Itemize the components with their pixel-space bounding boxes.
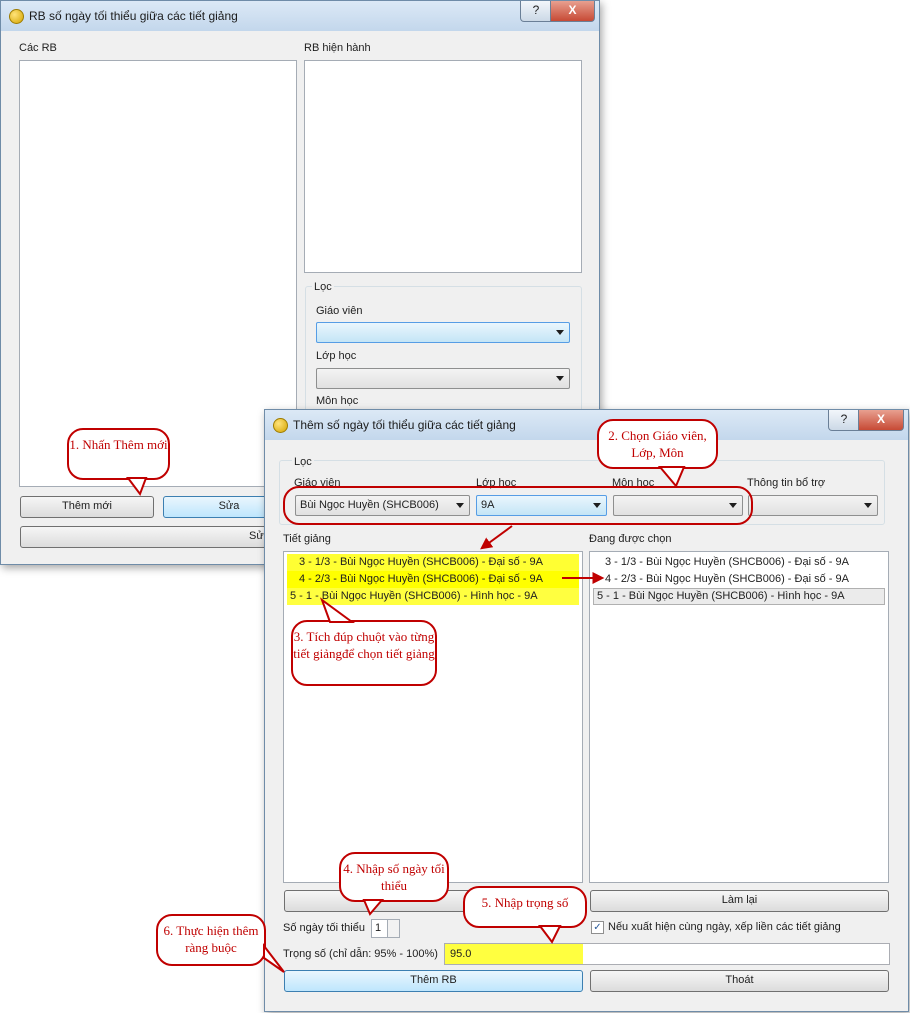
callout-step-6: 6. Thực hiện thêm ràng buộc (156, 914, 266, 966)
spin-down-icon[interactable] (387, 928, 399, 937)
exit-button[interactable]: Thoát (590, 970, 889, 992)
chevron-down-icon (556, 376, 564, 381)
same-day-label: Nếu xuất hiện cùng ngày, xếp liền các ti… (608, 921, 841, 933)
back-teacher-label: Giáo viên (316, 305, 363, 317)
callout-step-4: 4. Nhập số ngày tối thiểu (339, 852, 449, 902)
min-days-value: 1 (375, 922, 382, 934)
callout-step-5: 5. Nhập trọng số (463, 886, 587, 928)
back-class-combo[interactable] (316, 368, 570, 389)
help-button[interactable]: ? (828, 410, 860, 431)
selected-item[interactable]: 5 - 1 - Bùi Ngọc Huyền (SHCB006) - Hình … (593, 588, 885, 605)
callout-step-3: 3. Tích đúp chuột vào từng tiết giảngđể … (291, 620, 437, 686)
extra-info-combo[interactable] (748, 495, 878, 516)
extra-info-label: Thông tin bổ trợ (747, 477, 826, 489)
weight-input[interactable]: 95.0 (444, 943, 890, 965)
rb-list-label: Các RB (19, 42, 57, 54)
current-rb-label: RB hiện hành (304, 42, 371, 54)
back-title-bar[interactable]: RB số ngày tối thiểu giữa các tiết giảng… (1, 1, 599, 31)
min-days-spinbox[interactable]: 1 (371, 919, 400, 938)
selected-label: Đang được chọn (589, 533, 672, 545)
close-button[interactable]: X (550, 1, 595, 22)
close-button[interactable]: X (858, 410, 904, 431)
min-days-label: Số ngày tối thiểu (283, 922, 365, 934)
back-window-title: RB số ngày tối thiểu giữa các tiết giảng (29, 9, 238, 23)
back-subject-label: Môn học (316, 395, 359, 407)
back-teacher-combo[interactable] (316, 322, 570, 343)
current-rb-list[interactable] (304, 60, 582, 273)
app-icon (9, 9, 24, 24)
back-filter-group: Lọc Giáo viên Lớp học Môn học (305, 281, 582, 428)
lesson-item[interactable]: 4 - 2/3 - Bùi Ngọc Huyền (SHCB006) - Đại… (287, 571, 579, 588)
same-day-checkbox[interactable]: ✓ (591, 921, 604, 934)
add-new-button[interactable]: Thêm mới (20, 496, 154, 518)
lesson-item[interactable]: 3 - 1/3 - Bùi Ngọc Huyền (SHCB006) - Đại… (287, 554, 579, 571)
help-button[interactable]: ? (520, 1, 552, 22)
back-filter-title: Lọc (312, 281, 334, 293)
filter-highlight-ring (283, 486, 753, 525)
front-window-title: Thêm số ngày tối thiểu giữa các tiết giả… (293, 418, 516, 432)
lesson-item[interactable]: 5 - 1 - Bùi Ngọc Huyền (SHCB006) - Hình … (287, 588, 579, 605)
front-title-bar[interactable]: Thêm số ngày tối thiểu giữa các tiết giả… (265, 410, 908, 440)
filter-title: Lọc (292, 456, 314, 468)
app-icon (273, 418, 288, 433)
chevron-down-icon (556, 330, 564, 335)
selected-item[interactable]: 4 - 2/3 - Bùi Ngọc Huyền (SHCB006) - Đại… (593, 571, 885, 588)
back-class-label: Lớp học (316, 350, 357, 362)
weight-label: Trọng số (chỉ dẫn: 95% - 100%) (283, 948, 438, 960)
reset-button[interactable]: Làm lại (590, 890, 889, 912)
selected-list[interactable]: 3 - 1/3 - Bùi Ngọc Huyền (SHCB006) - Đại… (589, 551, 889, 883)
add-rb-button[interactable]: Thêm RB (284, 970, 583, 992)
rb-list[interactable] (19, 60, 297, 487)
callout-step-2: 2. Chọn Giáo viên, Lớp, Môn (597, 419, 718, 469)
selected-item[interactable]: 3 - 1/3 - Bùi Ngọc Huyền (SHCB006) - Đại… (593, 554, 885, 571)
lessons-label: Tiết giảng (283, 533, 331, 545)
weight-value: 95.0 (450, 948, 472, 960)
callout-step-1: 1. Nhấn Thêm mới (67, 428, 170, 480)
chevron-down-icon (864, 503, 872, 508)
lessons-list[interactable]: 3 - 1/3 - Bùi Ngọc Huyền (SHCB006) - Đại… (283, 551, 583, 883)
